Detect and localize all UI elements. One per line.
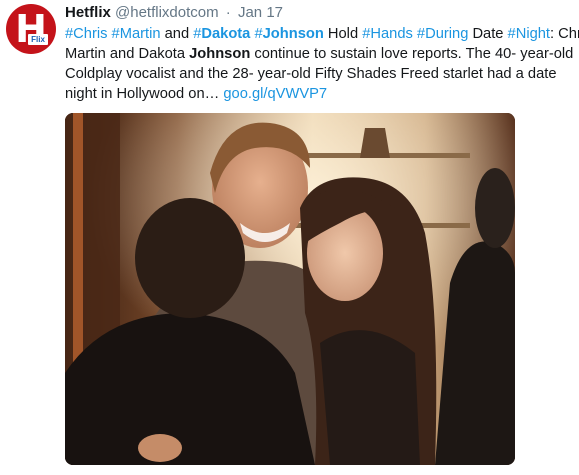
tweet-text-line: Martin and Dakota Johnson continue to su… (65, 44, 575, 64)
hand (138, 434, 182, 462)
author-name[interactable]: Hetflix (65, 4, 111, 21)
tweet-photo[interactable] (65, 113, 515, 465)
body-text: Coldplay vocalist and the 28- year-old F… (65, 66, 557, 82)
tweet-header: Hetflix @hetflixdotcom · Jan 17 (65, 2, 283, 24)
separator-dot: · (225, 4, 231, 21)
woman-top (320, 330, 420, 465)
bold-text: Johnson (189, 46, 251, 62)
tweet-date[interactable]: Jan 17 (238, 4, 283, 21)
body-text: Date (468, 26, 508, 42)
hashtag-link[interactable]: #Night (508, 26, 550, 42)
hashtag-link[interactable]: #During (417, 26, 468, 42)
hashtag-link[interactable]: # (254, 26, 262, 42)
body-text: Martin and Dakota (65, 46, 190, 62)
hashtag-link[interactable]: Johnson (263, 26, 324, 42)
avatar-badge: Flix (28, 34, 48, 45)
body-text: : Chris (550, 26, 579, 42)
tweet[interactable]: H Flix Hetflix @hetflixdotcom · Jan 17 #… (0, 0, 579, 475)
body-text: Hold (323, 26, 363, 42)
body-text: and (160, 26, 194, 42)
body-text: night in Hollywood on… (65, 86, 224, 102)
hashtag-link[interactable]: #Hands (362, 26, 413, 42)
hashtag-link[interactable]: Dakota (201, 26, 250, 42)
url-link[interactable]: goo.gl/qVWVP7 (223, 86, 327, 102)
foreground-head (135, 198, 245, 318)
body-text: continue to sustain love reports. The 40… (250, 46, 574, 62)
photo-image (65, 113, 515, 465)
hashtag-link[interactable]: #Martin (112, 26, 161, 42)
tweet-text-line: night in Hollywood on… goo.gl/qVWVP7 (65, 84, 575, 104)
tweet-text: #Chris #Martin and #Dakota #Johnson Hold… (65, 24, 579, 104)
tweet-text-line: #Chris #Martin and #Dakota #Johnson Hold… (65, 24, 579, 44)
bystander-head (475, 168, 515, 248)
avatar[interactable]: H Flix (6, 4, 56, 54)
hashtag-link[interactable]: #Chris (65, 26, 107, 42)
lamp-object (360, 128, 390, 158)
tweet-text-line: Coldplay vocalist and the 28- year-old F… (65, 64, 575, 84)
avatar-letter: H (15, 7, 47, 51)
author-handle[interactable]: @hetflixdotcom (115, 4, 219, 21)
